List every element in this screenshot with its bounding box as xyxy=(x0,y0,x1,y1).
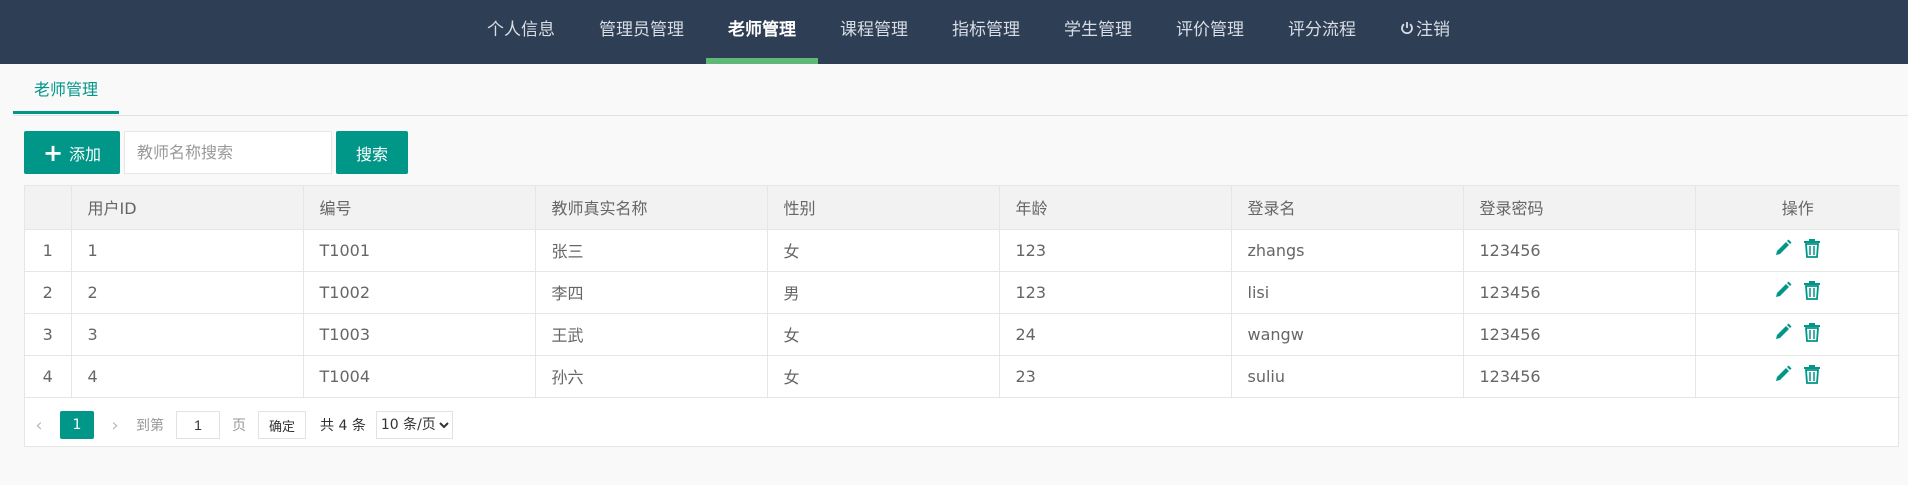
top-navbar: 个人信息 管理员管理 老师管理 课程管理 指标管理 学生管理 评价管理 评分流程… xyxy=(0,0,1908,64)
delete-icon[interactable] xyxy=(1801,321,1823,347)
header-age: 年龄 xyxy=(998,186,1232,230)
power-icon xyxy=(1400,0,1414,60)
real-name-cell: 张三 xyxy=(534,228,768,272)
user-id-cell: 1 xyxy=(70,228,304,272)
code-cell: T1003 xyxy=(302,312,536,356)
gender-cell: 女 xyxy=(766,354,1000,398)
header-index xyxy=(25,186,72,230)
plus-icon: + xyxy=(42,138,64,167)
pagination: ‹ 1 › 到第 页 确定 共 4 条 10 条/页 xyxy=(24,403,453,447)
password-cell: 123456 xyxy=(1462,312,1696,356)
user-id-cell: 2 xyxy=(70,270,304,314)
header-login-name: 登录名 xyxy=(1230,186,1464,230)
edit-icon[interactable] xyxy=(1773,322,1793,346)
nav-item-scoring-process[interactable]: 评分流程 xyxy=(1266,0,1378,64)
table-header-row: 用户ID 编号 教师真实名称 性别 年龄 登录名 登录密码 操作 xyxy=(25,186,1900,230)
table-row: 2 2 T1002 李四男 123 lisi 123456 xyxy=(25,270,1900,314)
nav-item-course-management[interactable]: 课程管理 xyxy=(818,0,930,64)
header-user-id: 用户ID xyxy=(70,186,304,230)
header-actions: 操作 xyxy=(1694,186,1900,230)
logout-label: 注销 xyxy=(1416,20,1450,40)
header-gender: 性别 xyxy=(766,186,1000,230)
tab-teacher-management[interactable]: 老师管理 xyxy=(13,66,119,114)
code-cell: T1004 xyxy=(302,354,536,398)
actions-cell xyxy=(1694,354,1900,398)
gender-cell: 女 xyxy=(766,228,1000,272)
delete-icon[interactable] xyxy=(1801,363,1823,389)
nav-item-student-management[interactable]: 学生管理 xyxy=(1042,0,1154,64)
header-password: 登录密码 xyxy=(1462,186,1696,230)
age-cell: 23 xyxy=(998,354,1232,398)
add-button-label: 添加 xyxy=(69,144,102,164)
row-index: 2 xyxy=(25,270,72,314)
edit-icon[interactable] xyxy=(1773,238,1793,262)
code-cell: T1001 xyxy=(302,228,536,272)
user-id-cell: 4 xyxy=(70,354,304,398)
page-size-select[interactable]: 10 条/页 xyxy=(375,411,453,439)
age-cell: 123 xyxy=(998,270,1232,314)
page-number-input[interactable] xyxy=(176,411,220,439)
next-page-icon[interactable]: › xyxy=(100,415,130,436)
goto-label: 到第 xyxy=(136,418,164,434)
login-name-cell: lisi xyxy=(1230,270,1464,314)
header-code: 编号 xyxy=(302,186,536,230)
prev-page-icon[interactable]: ‹ xyxy=(24,415,54,436)
nav-item-logout[interactable]: 注销 xyxy=(1378,0,1472,64)
real-name-cell: 孙六 xyxy=(534,354,768,398)
edit-icon[interactable] xyxy=(1773,280,1793,304)
nav-item-evaluation-management[interactable]: 评价管理 xyxy=(1154,0,1266,64)
login-name-cell: suliu xyxy=(1230,354,1464,398)
nav-item-indicator-management[interactable]: 指标管理 xyxy=(930,0,1042,64)
delete-icon[interactable] xyxy=(1801,237,1823,263)
header-real-name: 教师真实名称 xyxy=(534,186,768,230)
row-index: 1 xyxy=(25,228,72,272)
real-name-cell: 王武 xyxy=(534,312,768,356)
current-page[interactable]: 1 xyxy=(60,411,94,439)
table-row: 3 3 T1003 王武女 24 wangw 123456 xyxy=(25,312,1900,356)
row-index: 3 xyxy=(25,312,72,356)
teacher-name-search-input[interactable] xyxy=(124,131,332,174)
tab-bar: 老师管理 xyxy=(13,66,1908,116)
actions-cell xyxy=(1694,228,1900,272)
user-id-cell: 3 xyxy=(70,312,304,356)
table-row: 4 4 T1004 孙六女 23 suliu 123456 xyxy=(25,354,1900,398)
total-count: 共 4 条 xyxy=(320,418,366,434)
delete-icon[interactable] xyxy=(1801,279,1823,305)
nav-menu: 个人信息 管理员管理 老师管理 课程管理 指标管理 学生管理 评价管理 评分流程… xyxy=(465,0,1472,64)
page-unit-label: 页 xyxy=(232,418,246,434)
nav-item-profile[interactable]: 个人信息 xyxy=(465,0,577,64)
row-index: 4 xyxy=(25,354,72,398)
edit-icon[interactable] xyxy=(1773,364,1793,388)
login-name-cell: zhangs xyxy=(1230,228,1464,272)
actions-cell xyxy=(1694,312,1900,356)
table-row: 1 1 T1001 张三女 123 zhangs 123456 xyxy=(25,228,1900,272)
password-cell: 123456 xyxy=(1462,354,1696,398)
confirm-page-button[interactable]: 确定 xyxy=(258,411,307,439)
search-button[interactable]: 搜索 xyxy=(336,131,408,174)
password-cell: 123456 xyxy=(1462,228,1696,272)
nav-item-admin-management[interactable]: 管理员管理 xyxy=(577,0,706,64)
actions-cell xyxy=(1694,270,1900,314)
nav-item-teacher-management[interactable]: 老师管理 xyxy=(706,0,818,64)
age-cell: 24 xyxy=(998,312,1232,356)
login-name-cell: wangw xyxy=(1230,312,1464,356)
age-cell: 123 xyxy=(998,228,1232,272)
gender-cell: 男 xyxy=(766,270,1000,314)
code-cell: T1002 xyxy=(302,270,536,314)
gender-cell: 女 xyxy=(766,312,1000,356)
add-button[interactable]: + 添加 xyxy=(24,131,120,174)
real-name-cell: 李四 xyxy=(534,270,768,314)
password-cell: 123456 xyxy=(1462,270,1696,314)
